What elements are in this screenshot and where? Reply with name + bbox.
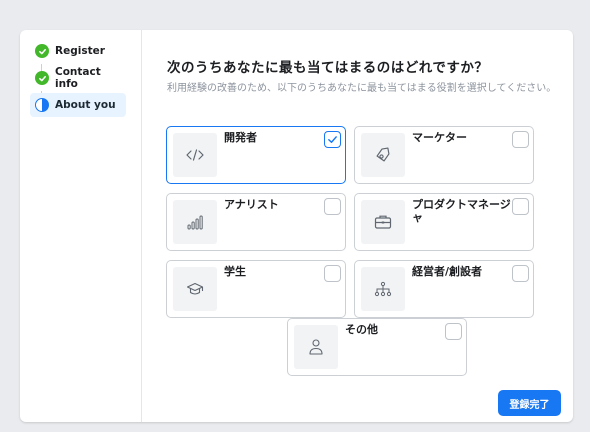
checkmark-circle-icon xyxy=(35,71,49,85)
step-label: Register xyxy=(55,45,105,57)
briefcase-icon xyxy=(361,200,405,244)
role-option-developer[interactable]: 開発者 xyxy=(166,126,346,184)
option-checkbox[interactable] xyxy=(512,131,529,148)
step-contact-info[interactable]: Contact info xyxy=(30,66,126,90)
option-checkbox[interactable] xyxy=(324,131,341,148)
option-label: 開発者 xyxy=(224,131,257,144)
role-option-analyst[interactable]: アナリスト xyxy=(166,193,346,251)
option-label: プロダクトマネージャ xyxy=(412,198,511,224)
role-option-other[interactable]: その他 xyxy=(287,318,467,376)
option-checkbox[interactable] xyxy=(512,265,529,282)
step-register[interactable]: Register xyxy=(30,39,126,63)
option-checkbox[interactable] xyxy=(324,198,341,215)
step-about-you[interactable]: About you xyxy=(30,93,126,117)
step-label: Contact info xyxy=(55,66,101,90)
option-label: その他 xyxy=(345,323,378,336)
signup-card: Register Contact info About you 次のうちあなたに… xyxy=(20,30,573,422)
page-subtitle: 利用経験の改善のため、以下のうちあなたに最も当てはまる役割を選択してください。 xyxy=(167,83,557,94)
step-label: About you xyxy=(55,99,116,111)
org-chart-icon xyxy=(361,267,405,311)
code-icon xyxy=(173,133,217,177)
role-option-marketer[interactable]: マーケター xyxy=(354,126,534,184)
graduation-cap-icon xyxy=(173,267,217,311)
option-checkbox[interactable] xyxy=(512,198,529,215)
progress-sidebar: Register Contact info About you xyxy=(20,30,142,422)
tag-icon xyxy=(361,133,405,177)
option-label: 経営者/創設者 xyxy=(412,265,483,278)
option-checkbox[interactable] xyxy=(324,265,341,282)
checkmark-circle-icon xyxy=(35,44,49,58)
option-checkbox[interactable] xyxy=(445,323,462,340)
complete-registration-button[interactable]: 登録完了 xyxy=(498,390,561,416)
role-option-student[interactable]: 学生 xyxy=(166,260,346,318)
page-title: 次のうちあなたに最も当てはまるのはどれですか？ xyxy=(167,60,489,76)
option-label: アナリスト xyxy=(224,198,279,211)
person-icon xyxy=(294,325,338,369)
half-circle-icon xyxy=(35,98,49,112)
option-label: 学生 xyxy=(224,265,246,278)
role-option-founder[interactable]: 経営者/創設者 xyxy=(354,260,534,318)
role-option-product-manager[interactable]: プロダクトマネージャ xyxy=(354,193,534,251)
checkmark-icon xyxy=(328,136,337,143)
option-label: マーケター xyxy=(412,131,467,144)
main-content: 次のうちあなたに最も当てはまるのはどれですか？ 利用経験の改善のため、以下のうち… xyxy=(142,30,573,422)
bar-chart-icon xyxy=(173,200,217,244)
